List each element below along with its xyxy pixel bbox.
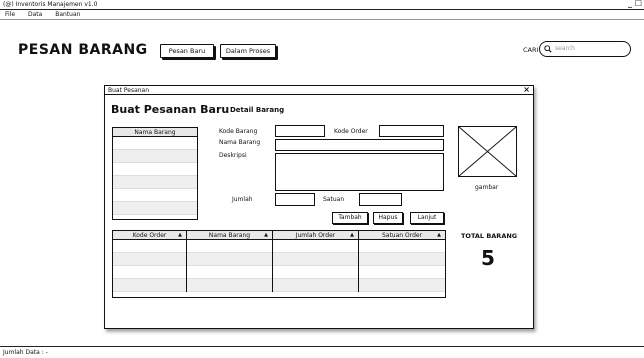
label-kode-barang: Kode Barang — [219, 128, 258, 135]
column-header-satuan-order[interactable]: Satuan Order ▲ — [359, 231, 445, 239]
search-icon — [544, 45, 552, 53]
jumlah-field[interactable] — [275, 193, 315, 206]
window-title-bar: (@) Inventoris Manajemen v1.0 — [0, 0, 644, 10]
list-item[interactable] — [113, 202, 197, 215]
list-item[interactable] — [113, 137, 197, 150]
table-row[interactable] — [359, 240, 445, 253]
table-row[interactable] — [359, 266, 445, 279]
label-nama-barang: Nama Barang — [219, 139, 261, 146]
table-column — [273, 240, 359, 292]
tab-dalam-proses[interactable]: Dalam Proses — [220, 44, 276, 58]
label-kode-order: Kode Order — [334, 128, 368, 135]
label-deskripsi: Deskripsi — [219, 152, 247, 159]
deskripsi-field[interactable] — [275, 153, 444, 191]
list-item[interactable] — [113, 189, 197, 202]
table-row[interactable] — [359, 253, 445, 266]
tambah-button[interactable]: Tambah — [332, 212, 368, 224]
window-controls[interactable]: _ ☐ — [628, 0, 642, 8]
table-row[interactable] — [113, 279, 186, 292]
order-table[interactable]: Kode Order ▲ Nama Barang ▲ Jumlah Order ▲ S… — [112, 230, 446, 298]
product-list[interactable]: Nama Barang — [112, 127, 198, 220]
kode-barang-field[interactable] — [275, 125, 325, 137]
column-header-nama-barang[interactable]: Nama Barang ▲ — [187, 231, 273, 239]
table-row[interactable] — [273, 253, 358, 266]
table-row[interactable] — [187, 253, 272, 266]
image-icon — [458, 126, 517, 177]
menu-data[interactable]: Data — [28, 11, 42, 18]
order-dialog: Buat Pesanan × Buat Pesanan Baru Detail … — [104, 85, 534, 329]
total-value: 5 — [481, 246, 495, 270]
table-column — [187, 240, 273, 292]
dialog-title: Buat Pesanan — [108, 87, 150, 94]
satuan-field[interactable] — [359, 193, 402, 206]
search-input[interactable]: search — [539, 41, 631, 57]
hapus-button[interactable]: Hapus — [373, 212, 403, 224]
tab-pesan-baru[interactable]: Pesan Baru — [160, 44, 214, 58]
page-title: PESAN BARANG — [18, 42, 148, 58]
sort-arrow-icon[interactable]: ▲ — [437, 231, 441, 240]
table-row[interactable] — [273, 240, 358, 253]
table-row[interactable] — [273, 266, 358, 279]
kode-order-field[interactable] — [379, 125, 444, 137]
image-label: gambar — [475, 184, 499, 191]
table-row[interactable] — [359, 279, 445, 292]
status-text: Jumlah Data : - — [3, 349, 48, 356]
table-row[interactable] — [187, 279, 272, 292]
menu-file[interactable]: File — [5, 11, 15, 18]
image-placeholder — [458, 126, 517, 177]
table-row[interactable] — [187, 266, 272, 279]
table-column — [359, 240, 445, 292]
lanjut-button[interactable]: Lanjut — [410, 212, 444, 224]
dialog-heading: Buat Pesanan Baru — [111, 103, 230, 116]
nama-barang-field[interactable] — [275, 139, 444, 151]
table-header: Kode Order ▲ Nama Barang ▲ Jumlah Order ▲ S… — [113, 231, 445, 240]
label-jumlah: Jumlah — [232, 196, 253, 203]
table-body — [113, 240, 445, 292]
window-title: (@) Inventoris Manajemen v1.0 — [3, 1, 98, 8]
status-bar: Jumlah Data : - — [0, 346, 644, 358]
dialog-title-bar: Buat Pesanan — [105, 86, 533, 95]
table-row[interactable] — [113, 253, 186, 266]
table-row[interactable] — [113, 266, 186, 279]
table-row[interactable] — [113, 240, 186, 253]
label-satuan: Satuan — [323, 196, 345, 203]
product-list-header: Nama Barang — [113, 128, 197, 137]
list-item[interactable] — [113, 150, 197, 163]
column-header-kode-order[interactable]: Kode Order ▲ — [113, 231, 187, 239]
menu-bantuan[interactable]: Bantuan — [55, 11, 80, 18]
sort-arrow-icon[interactable]: ▲ — [264, 231, 268, 240]
menu-bar: File Data Bantuan — [0, 10, 644, 20]
close-icon[interactable]: × — [523, 85, 530, 94]
sort-arrow-icon[interactable]: ▲ — [178, 231, 182, 240]
list-item[interactable] — [113, 163, 197, 176]
column-header-jumlah-order[interactable]: Jumlah Order ▲ — [273, 231, 359, 239]
table-column — [113, 240, 187, 292]
search-label: CARI — [523, 46, 539, 54]
total-label: TOTAL BARANG — [461, 232, 518, 240]
table-row[interactable] — [187, 240, 272, 253]
table-row[interactable] — [273, 279, 358, 292]
sort-arrow-icon[interactable]: ▲ — [350, 231, 354, 240]
dialog-subheading: Detail Barang — [230, 106, 285, 114]
list-item[interactable] — [113, 176, 197, 189]
